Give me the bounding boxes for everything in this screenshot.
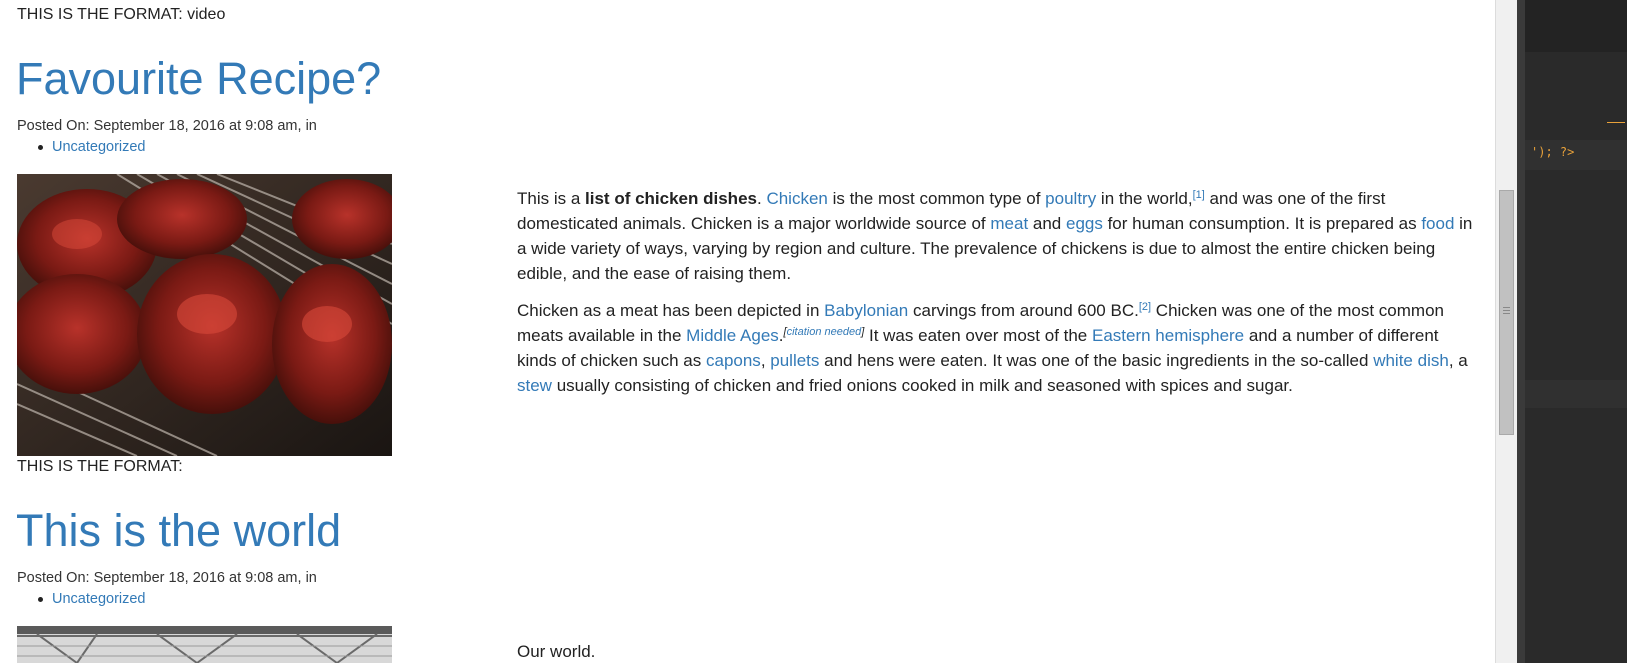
code-fragment: '); ?>: [1531, 145, 1575, 159]
link-chicken[interactable]: Chicken: [766, 189, 827, 208]
content-paragraph: This is a list of chicken dishes. Chicke…: [517, 189, 1473, 283]
citation-needed: [citation needed]: [783, 326, 865, 338]
post-thumbnail[interactable]: [17, 626, 392, 663]
post-format-label: THIS IS THE FORMAT: video: [17, 6, 226, 23]
citation-needed-link[interactable]: citation needed: [787, 326, 862, 338]
post-meta: Posted On: September 18, 2016 at 9:08 am…: [17, 118, 317, 134]
post-format-label: THIS IS THE FORMAT:: [17, 458, 183, 475]
post-thumbnail[interactable]: [17, 174, 392, 456]
category-link[interactable]: Uncategorized: [52, 139, 146, 155]
category-list: Uncategorized: [38, 591, 146, 607]
category-item: Uncategorized: [38, 591, 146, 607]
grilled-chicken-image: [17, 174, 392, 456]
post-title-link[interactable]: This is the world: [16, 505, 341, 556]
reference-1[interactable]: [1]: [1193, 189, 1205, 201]
content-paragraph: Chicken as a meat has been depicted in B…: [517, 301, 1468, 395]
editor-gutter: [1517, 0, 1525, 663]
link-eggs[interactable]: eggs: [1066, 214, 1103, 233]
link-white-dish[interactable]: white dish: [1373, 351, 1449, 370]
link-stew[interactable]: stew: [517, 376, 552, 395]
code-editor-panel: '); ?>: [1517, 0, 1627, 663]
category-link[interactable]: Uncategorized: [52, 591, 146, 607]
post-meta: Posted On: September 18, 2016 at 9:08 am…: [17, 570, 317, 586]
editor-marker: [1607, 122, 1625, 123]
post-content: This is a list of chicken dishes. Chicke…: [517, 186, 1482, 410]
link-babylonian[interactable]: Babylonian: [824, 301, 908, 320]
grip-line: [1503, 307, 1510, 308]
bold-term: list of chicken dishes: [585, 189, 757, 208]
link-meat[interactable]: meat: [990, 214, 1028, 233]
link-food[interactable]: food: [1421, 214, 1454, 233]
bullet-icon: [38, 597, 43, 602]
link-middle-ages[interactable]: Middle Ages: [686, 326, 779, 345]
editor-line-band: [1525, 0, 1627, 52]
post-title: Favourite Recipe?: [16, 56, 381, 101]
grip-line: [1503, 313, 1510, 314]
reference-2[interactable]: [2]: [1139, 301, 1151, 313]
post-title-link[interactable]: Favourite Recipe?: [16, 53, 381, 104]
category-item: Uncategorized: [38, 139, 146, 155]
category-list: Uncategorized: [38, 139, 146, 155]
post-title: This is the world: [16, 508, 341, 553]
warehouse-image: [17, 626, 392, 663]
post-content: Our world.: [517, 639, 1482, 663]
grip-line: [1503, 310, 1510, 311]
bullet-icon: [38, 145, 43, 150]
link-capons[interactable]: capons: [706, 351, 761, 370]
content-paragraph: Our world.: [517, 642, 596, 661]
link-eastern-hemisphere[interactable]: Eastern hemisphere: [1092, 326, 1244, 345]
editor-line-band: [1525, 380, 1627, 408]
scrollbar-thumb[interactable]: [1499, 190, 1514, 435]
browser-viewport: THIS IS THE FORMAT: video Favourite Reci…: [0, 0, 1495, 663]
link-poultry[interactable]: poultry: [1045, 189, 1096, 208]
link-pullets[interactable]: pullets: [770, 351, 819, 370]
vertical-scrollbar[interactable]: [1495, 0, 1518, 663]
